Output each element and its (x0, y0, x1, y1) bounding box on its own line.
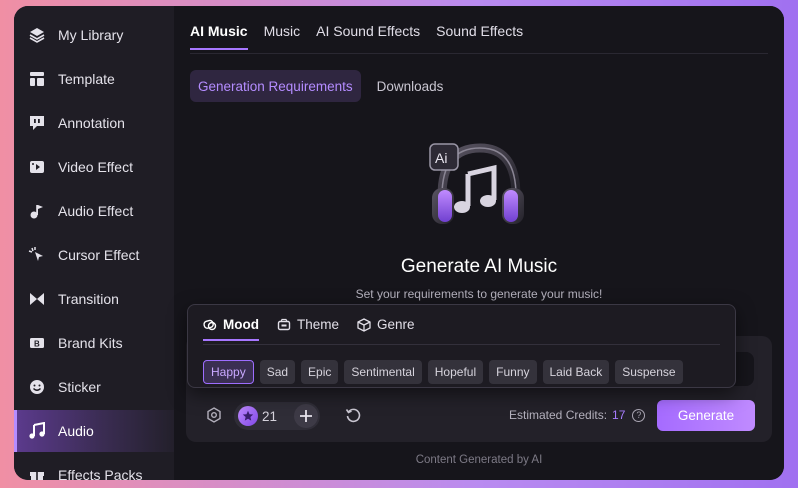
sidebar-item-label: Sticker (58, 379, 101, 395)
estimated-credits-label: Estimated Credits: (509, 408, 608, 422)
tab-music[interactable]: Music (264, 20, 301, 50)
sidebar-item-label: Audio (58, 423, 94, 439)
sidebar-item-label: Video Effect (58, 159, 133, 175)
generate-button[interactable]: Generate (657, 400, 755, 431)
sidebar-item-label: Template (58, 71, 115, 87)
credits-pill: 21 (234, 402, 320, 430)
subtab-downloads[interactable]: Downloads (369, 70, 452, 102)
annotation-icon (28, 114, 46, 132)
cube-icon (357, 317, 371, 332)
plus-icon (300, 410, 312, 422)
app-window: My Library Template Annotation Video Eff… (14, 6, 784, 480)
popup-tab-theme[interactable]: Theme (277, 317, 339, 341)
popup-tab-label: Theme (297, 317, 340, 332)
sidebar-item-template[interactable]: Template (14, 59, 174, 99)
star-icon (238, 406, 258, 426)
video-effect-icon (28, 158, 46, 176)
popup-tab-label: Mood (223, 317, 259, 332)
sidebar: My Library Template Annotation Video Eff… (14, 6, 174, 480)
page-subtitle: Set your requirements to generate your m… (355, 287, 603, 301)
chip-epic[interactable]: Epic (301, 360, 339, 384)
chip-sad[interactable]: Sad (259, 360, 296, 384)
chip-funny[interactable]: Funny (489, 360, 537, 384)
ai-disclaimer: Content Generated by AI (415, 454, 543, 466)
sidebar-item-transition[interactable]: Transition (14, 279, 174, 319)
reset-icon[interactable] (344, 406, 362, 424)
sidebar-item-sticker[interactable]: Sticker (14, 367, 174, 407)
mood-chips: Happy Sad Epic Sentimental Hopeful Funny… (203, 360, 689, 384)
chip-suspense[interactable]: Suspense (615, 360, 683, 384)
help-icon[interactable]: ? (632, 408, 646, 422)
sidebar-item-brand-kits[interactable]: B Brand Kits (14, 323, 174, 363)
top-tabs: AI Music Music AI Sound Effects Sound Ef… (190, 20, 539, 50)
sidebar-item-my-library[interactable]: My Library (14, 15, 174, 55)
tab-sound-effects[interactable]: Sound Effects (436, 20, 523, 50)
music-note-icon (28, 422, 46, 440)
sidebar-item-label: Audio Effect (58, 203, 134, 219)
template-icon (28, 70, 46, 88)
gift-icon (28, 466, 46, 480)
popup-tab-mood[interactable]: Mood (203, 317, 259, 341)
headphones-ai-illustration: Ai (428, 134, 526, 232)
chip-laid-back[interactable]: Laid Back (542, 360, 610, 384)
chip-happy[interactable]: Happy (203, 360, 254, 384)
sidebar-item-cursor-effect[interactable]: Cursor Effect (14, 235, 174, 275)
layers-icon (28, 26, 46, 44)
sidebar-item-label: My Library (58, 27, 124, 43)
sidebar-item-label: Cursor Effect (58, 247, 140, 263)
chip-sentimental[interactable]: Sentimental (344, 360, 422, 384)
sidebar-item-label: Transition (58, 291, 119, 307)
estimated-credits-value: 17 (612, 408, 626, 422)
settings-icon[interactable] (205, 406, 223, 424)
sidebar-item-label: Effects Packs (58, 467, 143, 480)
popup-divider (203, 344, 720, 345)
ai-badge-text: Ai (435, 150, 447, 166)
tab-ai-sound-effects[interactable]: AI Sound Effects (316, 20, 420, 50)
requirements-popup: Mood Theme Genre Happy Sad Epic Sentimen… (187, 304, 736, 388)
theme-icon (277, 318, 291, 332)
popup-tabs: Mood Theme Genre (203, 317, 433, 341)
brand-kit-icon: B (28, 334, 46, 352)
sidebar-item-label: Brand Kits (58, 335, 123, 351)
svg-text:B: B (34, 340, 40, 349)
cursor-icon (28, 246, 46, 264)
sidebar-item-annotation[interactable]: Annotation (14, 103, 174, 143)
sidebar-item-video-effect[interactable]: Video Effect (14, 147, 174, 187)
sidebar-item-effects-packs[interactable]: Effects Packs (14, 455, 174, 480)
credit-count: 21 (262, 408, 278, 424)
sidebar-item-audio[interactable]: Audio (14, 410, 174, 452)
sub-tabs: Generation Requirements Downloads (190, 70, 459, 102)
add-credits-button[interactable] (294, 404, 318, 428)
tab-ai-music[interactable]: AI Music (190, 20, 248, 50)
popup-tab-label: Genre (377, 317, 415, 332)
sticker-icon (28, 378, 46, 396)
tabs-divider (190, 53, 768, 54)
main-panel: AI Music Music AI Sound Effects Sound Ef… (174, 6, 784, 480)
audio-effect-icon (28, 202, 46, 220)
sidebar-item-label: Annotation (58, 115, 125, 131)
popup-tab-genre[interactable]: Genre (357, 317, 415, 341)
page-title: Generate AI Music (400, 256, 558, 277)
sidebar-item-audio-effect[interactable]: Audio Effect (14, 191, 174, 231)
mood-icon (203, 318, 217, 332)
transition-icon (28, 290, 46, 308)
chip-hopeful[interactable]: Hopeful (427, 360, 484, 384)
subtab-generation-requirements[interactable]: Generation Requirements (190, 70, 361, 102)
estimated-credits: Estimated Credits: 17 ? (509, 408, 646, 422)
